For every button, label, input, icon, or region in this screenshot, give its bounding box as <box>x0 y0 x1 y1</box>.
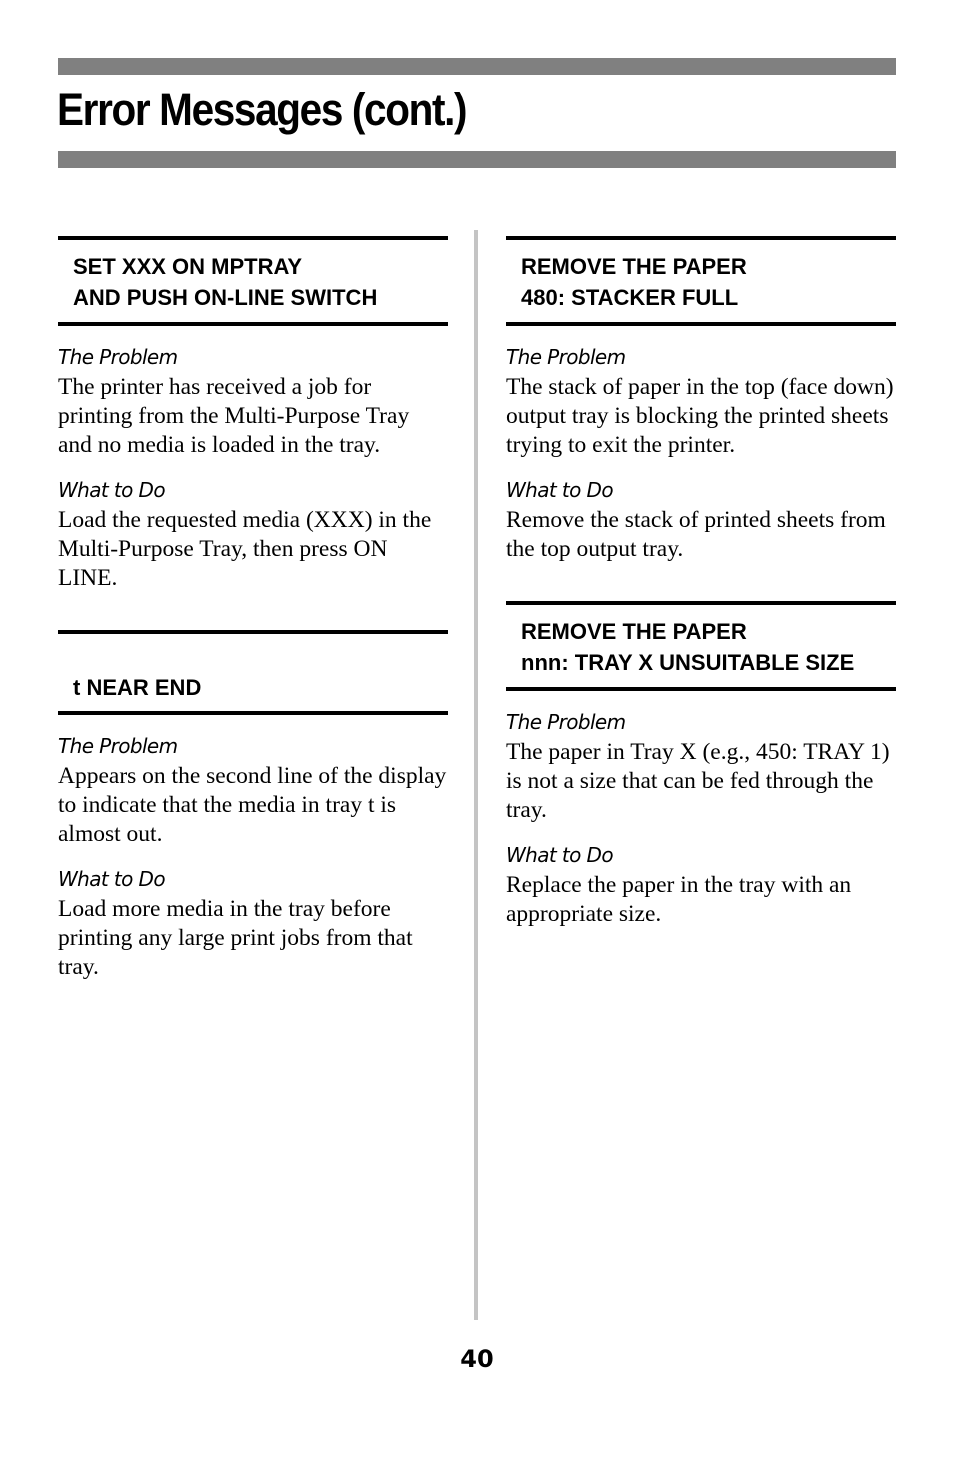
error-heading-line: t NEAR END <box>73 675 202 700</box>
error-entry-t-near-end: t NEAR END The Problem Appears on the se… <box>58 630 448 982</box>
problem-label: The Problem <box>506 345 626 369</box>
error-heading-line: nnn: TRAY X UNSUITABLE SIZE <box>521 650 855 675</box>
left-column: SET XXX ON MPTRAY AND PUSH ON-LINE SWITC… <box>58 236 448 982</box>
error-entry-set-xxx-on-mptray: SET XXX ON MPTRAY AND PUSH ON-LINE SWITC… <box>58 236 448 593</box>
error-heading-line: REMOVE THE PAPER <box>521 619 747 644</box>
problem-text: Appears on the second line of the displa… <box>58 763 447 847</box>
action-text: Load more media in the tray before print… <box>58 896 413 980</box>
action-label: What to Do <box>58 867 166 891</box>
action-label: What to Do <box>506 843 614 867</box>
error-heading-line: REMOVE THE PAPER <box>521 254 747 279</box>
page-title: Error Messages (cont.) <box>57 84 468 135</box>
error-heading-line: SET XXX ON MPTRAY <box>73 254 303 279</box>
problem-label: The Problem <box>58 734 178 758</box>
error-heading: REMOVE THE PAPER 480: STACKER FULL <box>506 236 896 326</box>
action-text: Replace the paper in the tray with an ap… <box>506 872 852 927</box>
title-rule-bottom <box>58 151 896 168</box>
right-column: REMOVE THE PAPER 480: STACKER FULL The P… <box>506 236 896 929</box>
problem-text: The paper in Tray X (e.g., 450: TRAY 1) … <box>506 739 890 823</box>
error-entry-tray-unsuitable-size: REMOVE THE PAPER nnn: TRAY X UNSUITABLE … <box>506 601 896 929</box>
action-label: What to Do <box>506 478 614 502</box>
title-rule-top <box>58 58 896 75</box>
problem-label: The Problem <box>58 345 178 369</box>
action-text: Load the requested media (XXX) in the Mu… <box>58 507 432 591</box>
error-entry-stacker-full: REMOVE THE PAPER 480: STACKER FULL The P… <box>506 236 896 564</box>
error-heading-line: AND PUSH ON-LINE SWITCH <box>73 285 378 310</box>
page-number: 40 <box>460 1345 494 1373</box>
action-label: What to Do <box>58 478 166 502</box>
error-heading: t NEAR END <box>58 630 448 715</box>
problem-label: The Problem <box>506 710 626 734</box>
problem-text: The printer has received a job for print… <box>58 374 410 458</box>
error-heading-line: 480: STACKER FULL <box>521 285 739 310</box>
action-text: Remove the stack of printed sheets from … <box>506 507 886 562</box>
problem-text: The stack of paper in the top (face down… <box>506 374 894 458</box>
column-divider <box>474 230 478 1320</box>
error-heading: SET XXX ON MPTRAY AND PUSH ON-LINE SWITC… <box>58 236 448 326</box>
error-heading: REMOVE THE PAPER nnn: TRAY X UNSUITABLE … <box>506 601 896 691</box>
